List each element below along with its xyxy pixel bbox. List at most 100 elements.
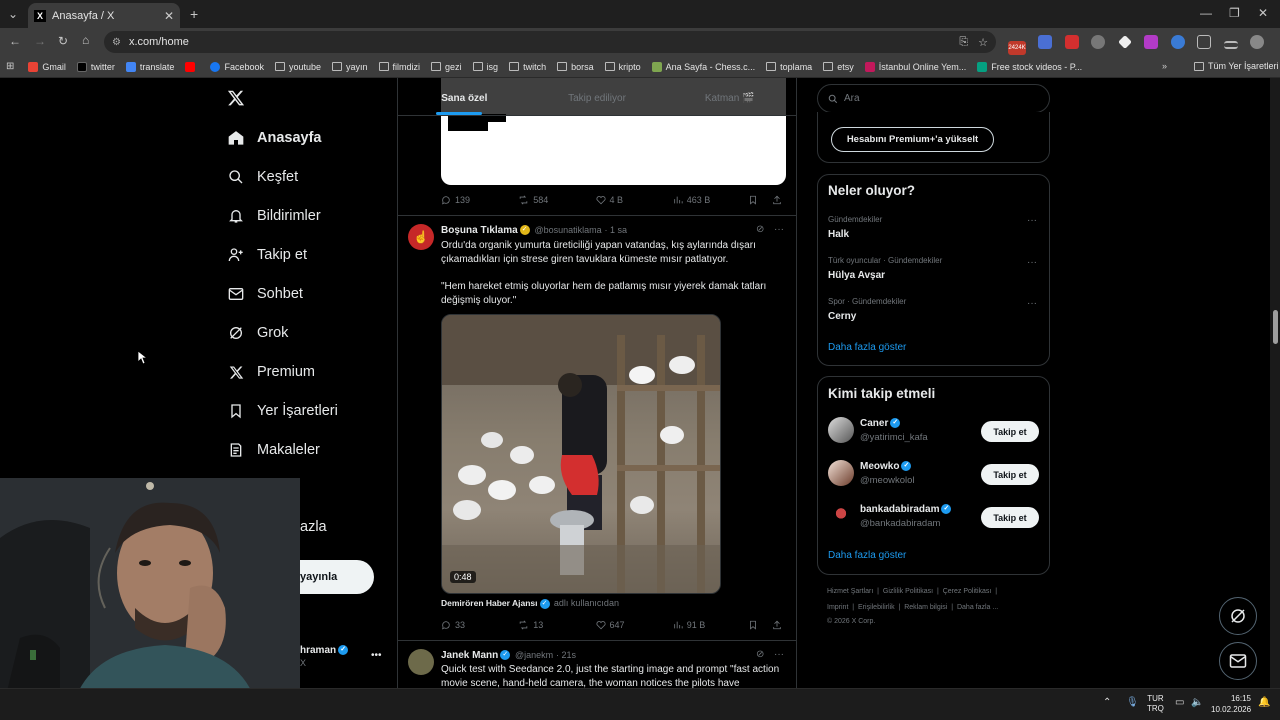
address-bar[interactable]: ⚙ x.com/home ⎘ ☆ xyxy=(104,31,996,53)
x-logo-icon[interactable] xyxy=(227,89,245,112)
views-button[interactable]: 91 B xyxy=(673,620,750,630)
tab-for-you[interactable]: Sana özel xyxy=(398,78,531,115)
bookmark-folder[interactable]: toplama xyxy=(766,62,812,72)
diamond-extension-icon[interactable] xyxy=(1117,35,1132,49)
back-icon[interactable]: ← xyxy=(9,34,21,48)
follow-button[interactable]: Takip et xyxy=(981,421,1039,442)
tab-close-icon[interactable]: ✕ xyxy=(164,9,174,23)
bookmark-folder[interactable]: twitch xyxy=(509,62,546,72)
follow-suggestion[interactable]: bankadabiradam ✓ @bankadabiradam xyxy=(828,503,953,529)
trend-more-icon[interactable]: ··· xyxy=(1027,298,1037,309)
footer-link[interactable]: Hizmet Şartları xyxy=(827,588,873,595)
apps-grid-icon[interactable]: ⊞ xyxy=(6,61,14,72)
nav-follow[interactable]: Takip et xyxy=(228,247,307,263)
audio-extension-icon[interactable] xyxy=(1170,35,1185,49)
tray-overflow-icon[interactable]: ⌃ xyxy=(1103,697,1111,708)
trend-item[interactable]: Spor · Gündemdekiler Cerny xyxy=(828,297,906,322)
reply-button[interactable]: 33 xyxy=(441,620,518,630)
footer-link[interactable]: Reklam bilgisi xyxy=(904,604,947,611)
bookmark-folder[interactable]: isg xyxy=(472,62,498,72)
grok-explain-icon[interactable]: ⊘ xyxy=(756,224,764,235)
reply-button[interactable]: 139 xyxy=(441,195,518,205)
page-scrollbar[interactable] xyxy=(1270,78,1280,688)
follow-button[interactable]: Takip et xyxy=(981,507,1039,528)
nav-more[interactable]: azla xyxy=(300,519,327,535)
clock[interactable]: 16:15 10.02.2026 xyxy=(1211,693,1251,715)
nav-bookmarks[interactable]: Yer İşaretleri xyxy=(228,403,338,419)
grok-explain-icon[interactable]: ⊘ xyxy=(756,649,764,660)
adblock-extension-icon[interactable] xyxy=(1064,35,1079,49)
bookmark-folder[interactable]: yayın xyxy=(332,62,368,72)
video-source[interactable]: Demirören Haber Ajansı ✓ adlı kullanıcıda… xyxy=(441,598,619,609)
profile-switcher[interactable]: hraman ✓ X xyxy=(300,645,350,668)
reading-list-icon[interactable] xyxy=(1223,41,1238,49)
avatar[interactable]: ☝ xyxy=(408,224,434,250)
share-button[interactable] xyxy=(772,195,786,205)
follow-suggestion[interactable]: Meowko ✓ @meowkolol xyxy=(828,460,915,486)
star-bookmark-icon[interactable]: ☆ xyxy=(978,36,988,49)
extension-badge-icon[interactable]: 2424K xyxy=(1008,41,1026,55)
bookmark-item[interactable]: Facebook xyxy=(210,61,264,72)
profile-avatar-icon[interactable] xyxy=(1250,35,1265,49)
bookmark-folder[interactable]: etsy xyxy=(823,62,854,72)
show-more-trends-link[interactable]: Daha fazla göster xyxy=(828,342,906,353)
search-input[interactable]: Ara xyxy=(817,84,1050,113)
forward-icon[interactable]: → xyxy=(34,34,46,48)
nav-premium[interactable]: Premium xyxy=(228,364,315,380)
repost-button[interactable]: 584 xyxy=(518,195,595,205)
bookmark-folder[interactable]: gezi xyxy=(431,62,462,72)
trend-item[interactable]: Gündemdekiler Halk xyxy=(828,215,882,240)
trend-more-icon[interactable]: ··· xyxy=(1027,215,1037,226)
author-name[interactable]: Janek Mann xyxy=(441,650,498,661)
messages-fab[interactable] xyxy=(1219,642,1257,680)
tweet-more-icon[interactable]: ··· xyxy=(774,649,784,660)
bookmark-item[interactable]: Free stock videos - P... xyxy=(977,61,1082,72)
home-browser-icon[interactable]: ⌂ xyxy=(82,33,89,47)
nav-notifications[interactable]: Bildirimler xyxy=(228,208,321,224)
repost-button[interactable]: 13 xyxy=(518,620,595,630)
bookmark-item[interactable]: translate xyxy=(125,61,174,72)
minimize-icon[interactable]: — xyxy=(1200,6,1212,20)
bookmark-item[interactable]: Ana Sayfa - Chess.c... xyxy=(651,61,755,72)
author-handle[interactable]: @janekm xyxy=(515,650,553,660)
footer-link[interactable]: Çerez Politikası xyxy=(943,588,992,595)
new-tab-icon[interactable]: + xyxy=(190,6,198,22)
bookmark-item[interactable] xyxy=(185,61,199,72)
browser-tab[interactable]: X Anasayfa / X ✕ xyxy=(28,3,180,28)
nav-grok[interactable]: Grok xyxy=(228,325,288,341)
tweet-video[interactable]: 0:48 xyxy=(441,314,721,594)
bookmark-folder[interactable]: filmdizi xyxy=(378,62,420,72)
show-more-follow-link[interactable]: Daha fazla göster xyxy=(828,550,906,561)
nav-home[interactable]: Anasayfa xyxy=(228,130,321,146)
volume-icon[interactable]: 🔈 xyxy=(1191,697,1203,708)
puzzle-extensions-icon[interactable] xyxy=(1197,35,1212,49)
scrollbar-thumb[interactable] xyxy=(1273,310,1278,344)
translate-extension-icon[interactable] xyxy=(1038,35,1053,49)
footer-link[interactable]: Daha fazla ... xyxy=(957,604,998,611)
restore-icon[interactable]: ❐ xyxy=(1229,6,1240,20)
bookmark-button[interactable] xyxy=(748,620,762,630)
like-button[interactable]: 4 B xyxy=(595,195,673,205)
author-handle[interactable]: @bosunatiklama xyxy=(534,225,601,235)
extension-icon[interactable] xyxy=(1091,35,1106,49)
nav-articles[interactable]: Makaleler xyxy=(228,442,320,458)
grok-fab[interactable] xyxy=(1219,597,1257,635)
tweet-time[interactable]: 21s xyxy=(561,650,576,660)
bookmark-folder[interactable]: youtube xyxy=(274,62,321,72)
notification-icon[interactable]: 🔔 xyxy=(1258,697,1270,708)
network-icon[interactable]: ▭ xyxy=(1175,697,1184,708)
nav-explore[interactable]: Keşfet xyxy=(228,169,298,185)
bookmark-folder[interactable]: kripto xyxy=(604,62,641,72)
bookmark-item[interactable]: İstanbul Online Yem... xyxy=(864,61,966,72)
trend-more-icon[interactable]: ··· xyxy=(1027,257,1037,268)
footer-link[interactable]: Gizlilik Politikası xyxy=(883,588,933,595)
upgrade-premium-button[interactable]: Hesabını Premium+'a yükselt xyxy=(831,127,994,152)
reload-icon[interactable]: ↻ xyxy=(58,34,68,48)
purple-extension-icon[interactable] xyxy=(1144,35,1159,49)
views-button[interactable]: 463 B xyxy=(673,195,750,205)
tweet-more-icon[interactable]: ··· xyxy=(774,224,784,235)
more-bookmarks-icon[interactable]: » xyxy=(1162,61,1167,71)
bookmark-folder[interactable]: borsa xyxy=(557,62,594,72)
all-bookmarks-folder[interactable]: Tüm Yer İşaretleri xyxy=(1194,61,1279,71)
site-info-icon[interactable]: ⚙ xyxy=(112,37,121,48)
